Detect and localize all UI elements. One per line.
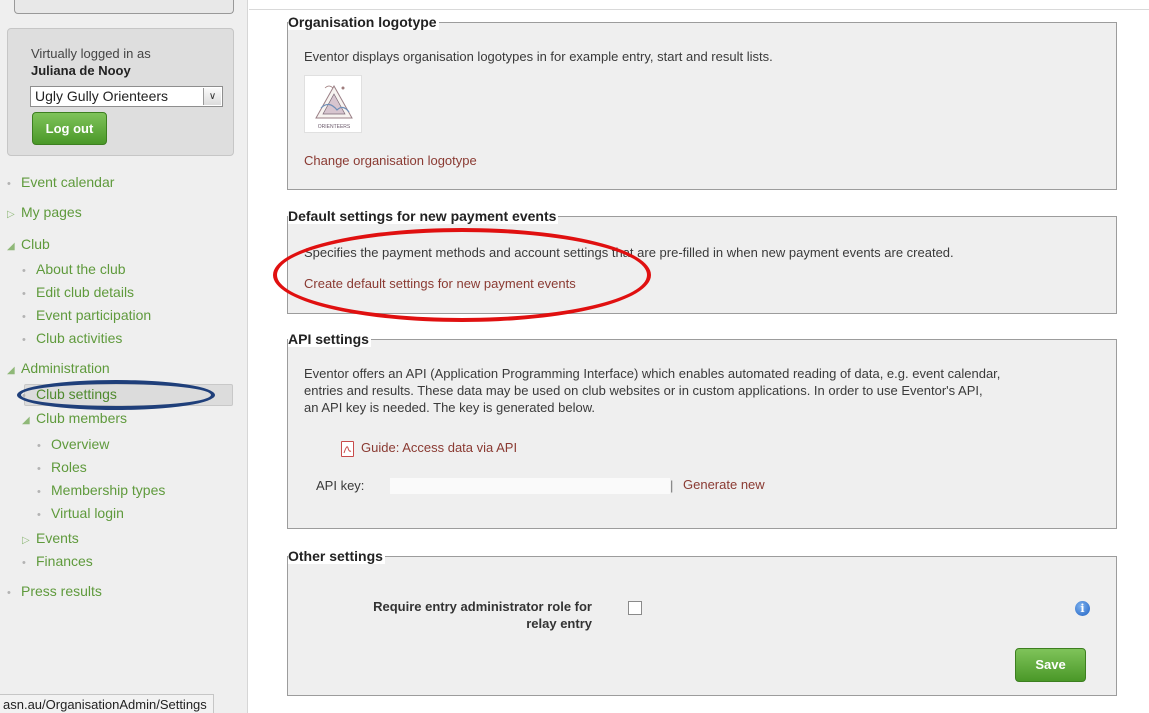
annotation-red-ellipse — [273, 228, 651, 322]
nav-label: About the club — [36, 261, 126, 277]
annotation-blue-ellipse — [17, 380, 215, 410]
nav-item-edit-club-details[interactable]: • Edit club details — [22, 284, 134, 300]
collapse-arrow-icon[interactable]: ◢ — [7, 365, 21, 376]
bullet-icon: • — [37, 509, 41, 521]
info-icon[interactable]: i — [1075, 601, 1090, 616]
nav-label: Virtual login — [51, 505, 124, 521]
api-key-label: API key: — [316, 478, 365, 493]
nav-label: Club activities — [36, 330, 123, 346]
nav-label: Events — [36, 530, 79, 546]
sidebar-top-box — [14, 0, 234, 14]
top-divider — [249, 9, 1149, 10]
nav-item-virtual-login[interactable]: • Virtual login — [37, 505, 124, 521]
bullet-icon: • — [22, 557, 26, 569]
nav-item-event-calendar[interactable]: • Event calendar — [7, 174, 114, 190]
chevron-down-icon[interactable]: ∨ — [203, 88, 221, 105]
nav-label: Event calendar — [21, 174, 115, 190]
organisation-logo: ORIENTEERS — [304, 75, 362, 133]
collapse-arrow-icon[interactable]: ◢ — [22, 415, 36, 426]
club-select[interactable]: Ugly Gully Orienteers ∨ — [30, 86, 223, 107]
api-settings-panel: API settings Eventor offers an API (Appl… — [287, 331, 1117, 529]
club-select-value: Ugly Gully Orienteers — [35, 88, 169, 104]
api-description-line: Eventor offers an API (Application Progr… — [304, 366, 1001, 381]
api-settings-title: API settings — [288, 331, 371, 347]
nav-item-about-club[interactable]: • About the club — [22, 261, 126, 277]
require-entry-admin-checkbox[interactable] — [628, 601, 642, 615]
nav-label: Administration — [21, 360, 110, 376]
bullet-icon: • — [7, 587, 11, 599]
nav-item-event-participation[interactable]: • Event participation — [22, 307, 151, 323]
logotype-panel: Organisation logotype Eventor displays o… — [287, 14, 1117, 190]
nav-item-press-results[interactable]: • Press results — [7, 583, 102, 599]
nav-item-club[interactable]: ◢ Club — [7, 236, 50, 252]
other-settings-panel: Other settings Require entry administrat… — [287, 548, 1117, 696]
pdf-icon — [341, 441, 354, 457]
bullet-icon: • — [22, 311, 26, 323]
status-bar-url: asn.au/OrganisationAdmin/Settings — [0, 694, 214, 713]
sidebar: Virtually logged in as Juliana de Nooy U… — [0, 0, 248, 713]
logotype-description: Eventor displays organisation logotypes … — [304, 49, 773, 64]
virtual-login-box: Virtually logged in as Juliana de Nooy U… — [7, 28, 234, 156]
expand-arrow-icon[interactable]: ▷ — [7, 209, 21, 220]
save-button[interactable]: Save — [1015, 648, 1086, 682]
separator: | — [670, 478, 674, 493]
api-description-line: an API key is needed. The key is generat… — [304, 400, 596, 415]
nav-item-membership-types[interactable]: • Membership types — [37, 482, 165, 498]
bullet-icon: • — [37, 486, 41, 498]
api-description-line: entries and results. These data may be u… — [304, 383, 983, 398]
nav-item-events[interactable]: ▷ Events — [22, 530, 79, 546]
logout-button[interactable]: Log out — [32, 112, 107, 145]
nav-label: Membership types — [51, 482, 166, 498]
collapse-arrow-icon[interactable]: ◢ — [7, 241, 21, 252]
nav-label: Press results — [21, 583, 102, 599]
nav-label: Edit club details — [36, 284, 135, 300]
logged-user-name: Juliana de Nooy — [31, 63, 131, 78]
nav-label: Finances — [36, 553, 93, 569]
nav-label: Club members — [36, 410, 128, 426]
bullet-icon: • — [22, 265, 26, 277]
nav-item-roles[interactable]: • Roles — [37, 459, 87, 475]
payment-settings-title: Default settings for new payment events — [288, 208, 559, 224]
require-entry-admin-label-line2: relay entry — [526, 616, 592, 631]
nav-item-administration[interactable]: ◢ Administration — [7, 360, 110, 376]
other-settings-title: Other settings — [288, 548, 385, 564]
nav-item-club-activities[interactable]: • Club activities — [22, 330, 122, 346]
nav-label: Overview — [51, 436, 110, 452]
nav-item-overview[interactable]: • Overview — [37, 436, 109, 452]
nav-item-club-members[interactable]: ◢ Club members — [22, 410, 127, 426]
api-guide-link[interactable]: Guide: Access data via API — [361, 440, 517, 455]
nav-label: Club — [21, 236, 50, 252]
api-key-value — [390, 478, 670, 494]
nav-label: Event participation — [36, 307, 152, 323]
bullet-icon: • — [22, 334, 26, 346]
nav-label: Roles — [51, 459, 87, 475]
require-entry-admin-label: Require entry administrator role for rel… — [288, 598, 592, 632]
virtually-logged-label: Virtually logged in as — [31, 46, 151, 61]
bullet-icon: • — [37, 463, 41, 475]
nav-item-finances[interactable]: • Finances — [22, 553, 93, 569]
change-logotype-link[interactable]: Change organisation logotype — [304, 153, 477, 168]
logo-caption: ORIENTEERS — [318, 124, 351, 130]
generate-new-api-key-link[interactable]: Generate new — [683, 477, 765, 492]
logotype-title: Organisation logotype — [288, 14, 439, 30]
bullet-icon: • — [7, 178, 11, 190]
nav-label: My pages — [21, 204, 82, 220]
nav-item-my-pages[interactable]: ▷ My pages — [7, 204, 82, 220]
bullet-icon: • — [22, 288, 26, 300]
require-entry-admin-label-line1: Require entry administrator role for — [373, 599, 592, 614]
expand-arrow-icon[interactable]: ▷ — [22, 535, 36, 546]
bullet-icon: • — [37, 440, 41, 452]
